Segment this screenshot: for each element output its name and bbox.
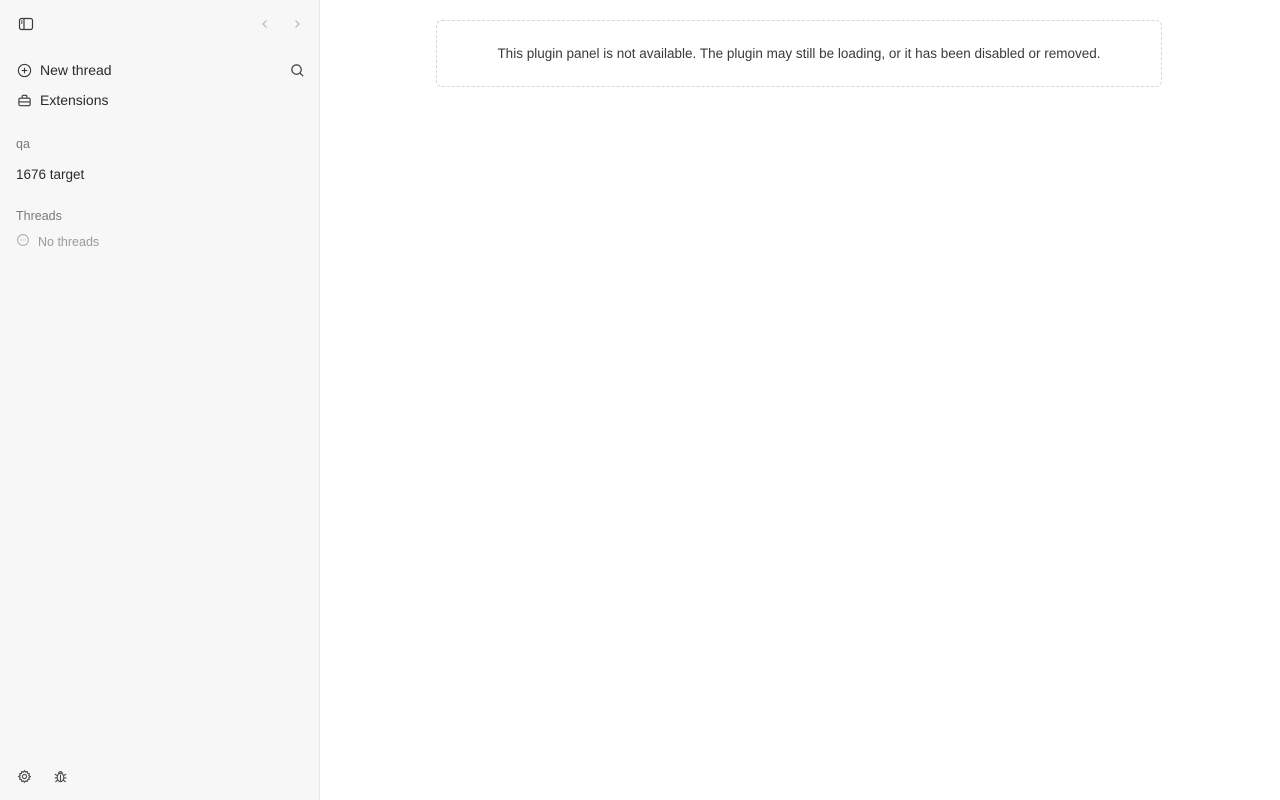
extensions-button[interactable]: Extensions (8, 86, 308, 114)
gear-icon[interactable] (13, 765, 35, 787)
notice-text: This plugin panel is not available. The … (497, 46, 1101, 61)
extensions-label: Extensions (40, 92, 109, 108)
search-icon[interactable] (286, 59, 308, 81)
threads-section-label: Threads (16, 209, 62, 223)
app-window: New thread Extensions qa 1676 target Thr… (0, 0, 1280, 800)
extensions-icon (16, 92, 32, 108)
no-threads-row: No threads (16, 233, 100, 252)
plus-circle-icon (16, 62, 32, 78)
project-item[interactable]: 1676 target (8, 161, 308, 187)
sidebar-toggle-icon[interactable] (15, 13, 37, 35)
main-panel: This plugin panel is not available. The … (320, 0, 1280, 800)
new-thread-label: New thread (40, 62, 112, 78)
plugin-unavailable-notice: This plugin panel is not available. The … (436, 20, 1162, 87)
project-label: 1676 target (16, 166, 85, 182)
workspace-label: qa (16, 137, 30, 151)
chevron-right-icon[interactable] (286, 13, 308, 35)
chat-bubble-icon (16, 233, 30, 252)
chevron-left-icon[interactable] (254, 13, 276, 35)
sidebar: New thread Extensions qa 1676 target Thr… (0, 0, 320, 800)
bug-icon[interactable] (49, 765, 71, 787)
new-thread-button[interactable]: New thread (8, 56, 308, 84)
no-threads-label: No threads (38, 235, 100, 249)
